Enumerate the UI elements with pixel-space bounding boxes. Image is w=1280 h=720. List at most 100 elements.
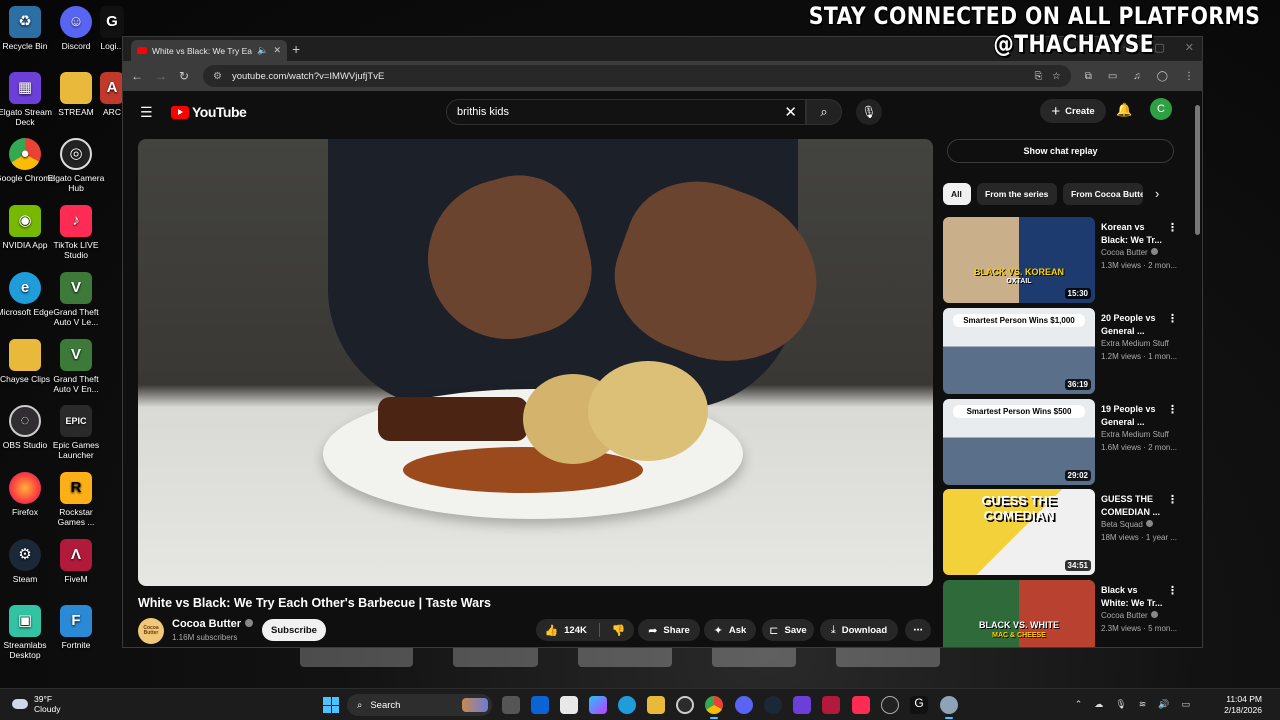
- more-actions-button[interactable]: ⋯: [905, 619, 931, 641]
- menu-icon[interactable]: ☰: [140, 104, 153, 121]
- camera-hub-icon[interactable]: [881, 696, 899, 714]
- chip-from-series[interactable]: From the series: [977, 183, 1057, 205]
- close-tab-icon[interactable]: ✕: [273, 45, 281, 56]
- sparkle-icon: ✦: [713, 624, 723, 637]
- store-icon[interactable]: [560, 696, 578, 714]
- rockstar-icon: R: [60, 472, 92, 504]
- video-thumbnail[interactable]: GUESS THE COMEDIAN 34:51: [943, 489, 1095, 575]
- ask-button[interactable]: ✦ Ask: [704, 619, 756, 641]
- clock[interactable]: 11:04 PM 2/18/2026: [1224, 694, 1262, 716]
- more-vertical-icon[interactable]: ⋮: [1167, 221, 1178, 234]
- chevron-up-icon[interactable]: ⌃: [1075, 699, 1083, 710]
- video-player[interactable]: [138, 139, 933, 586]
- more-vertical-icon[interactable]: ⋮: [1167, 584, 1178, 597]
- chip-from-channel[interactable]: From Cocoa Butter: [1063, 183, 1143, 205]
- cast-icon[interactable]: ▭: [1108, 71, 1117, 82]
- search-input[interactable]: brithis kids ✕: [446, 99, 806, 125]
- recommendation-item[interactable]: BLACK VS. KOREAN OXTAIL 15:30 Korean vs …: [943, 217, 1178, 303]
- file-explorer-icon[interactable]: [647, 696, 665, 714]
- site-info-icon[interactable]: ⚙: [213, 71, 222, 82]
- channel-avatar[interactable]: Cocoa Butter: [138, 618, 164, 644]
- clear-search-icon[interactable]: ✕: [784, 103, 797, 121]
- notifications-bell-icon[interactable]: 🔔: [1116, 102, 1132, 118]
- task-view-icon[interactable]: [502, 696, 520, 714]
- outlook-icon[interactable]: [531, 696, 549, 714]
- subscribe-button[interactable]: Subscribe: [262, 619, 326, 641]
- chevron-right-icon[interactable]: ›: [1155, 186, 1159, 201]
- url-field[interactable]: ⚙ youtube.com/watch?v=IMWVjufjTvE ⎘ ☆: [203, 65, 1071, 87]
- voice-search-button[interactable]: 🎙: [856, 99, 882, 125]
- stream-deck-icon[interactable]: [793, 696, 811, 714]
- address-bar-row: ← → ↻ ⚙ youtube.com/watch?v=IMWVjufjTvE …: [123, 61, 1202, 91]
- channel-name[interactable]: Cocoa Butter: [172, 618, 254, 630]
- recommendation-item[interactable]: BLACK VS. WHITE MAC & CHEESE Black vs Wh…: [943, 580, 1178, 647]
- settings-gear-icon[interactable]: [940, 696, 958, 719]
- chip-all[interactable]: All: [943, 183, 971, 205]
- share-button[interactable]: ➦ Share: [638, 619, 700, 641]
- desktop-icon-epic-games[interactable]: EPIC Epic Games Launcher: [46, 405, 106, 460]
- logitech-g-icon[interactable]: G: [910, 696, 928, 714]
- page-scrollbar[interactable]: [1195, 99, 1201, 641]
- desktop-icon-fivem[interactable]: Λ FiveM: [46, 539, 106, 584]
- edge-icon[interactable]: [618, 696, 636, 714]
- recommendation-item[interactable]: Smartest Person Wins $1,000 36:19 20 Peo…: [943, 308, 1178, 394]
- video-thumbnail[interactable]: BLACK VS. WHITE MAC & CHEESE: [943, 580, 1095, 647]
- start-button[interactable]: [323, 697, 339, 713]
- microphone-icon[interactable]: 🎙: [1115, 699, 1126, 710]
- youtube-logo[interactable]: YouTube: [171, 104, 247, 120]
- account-avatar[interactable]: C: [1150, 98, 1172, 120]
- desktop-icon-tiktok-live[interactable]: ♪ TikTok LIVE Studio: [46, 205, 106, 260]
- desktop-icon-rockstar[interactable]: R Rockstar Games ...: [46, 472, 106, 527]
- tiktok-icon[interactable]: [852, 696, 870, 714]
- microphone-icon: 🎙: [861, 105, 877, 119]
- obs-icon[interactable]: [676, 696, 694, 714]
- video-thumbnail[interactable]: Smartest Person Wins $1,000 36:19: [943, 308, 1095, 394]
- chrome-icon: ●: [9, 138, 41, 170]
- profile-icon[interactable]: ◯: [1157, 71, 1168, 82]
- weather-widget[interactable]: 39°F Cloudy: [12, 694, 60, 714]
- subscriber-count: 1.16M subscribers: [172, 633, 238, 642]
- fivem-icon[interactable]: [822, 696, 840, 714]
- discord-icon[interactable]: [735, 696, 753, 714]
- browser-tab-active[interactable]: White vs Black: We Try Each 🔈 ✕: [131, 40, 287, 61]
- scrollbar-thumb[interactable]: [1195, 105, 1200, 235]
- recommendation-item[interactable]: Smartest Person Wins $500 29:02 19 Peopl…: [943, 399, 1178, 485]
- more-vertical-icon[interactable]: ⋮: [1167, 312, 1178, 325]
- download-button[interactable]: ⤓ Download: [820, 619, 898, 641]
- chrome-icon[interactable]: [705, 696, 723, 719]
- channel-row: Cocoa Butter Cocoa Butter 1.16M subscrib…: [138, 616, 933, 646]
- taskbar-search[interactable]: ⌕ Search: [347, 694, 492, 716]
- more-vertical-icon[interactable]: ⋮: [1167, 493, 1178, 506]
- back-arrow-icon[interactable]: ←: [131, 69, 143, 83]
- speaker-icon[interactable]: 🔈: [257, 45, 268, 56]
- taskbar: 39°F Cloudy ⌕ Search G ⌃ ☁ 🎙 ≋ 🔊 ▭ 11:04 …: [0, 688, 1280, 720]
- desktop-icon-gta-legacy[interactable]: V Grand Theft Auto V Le...: [46, 272, 106, 327]
- new-tab-button[interactable]: +: [292, 41, 300, 57]
- video-thumbnail[interactable]: BLACK VS. KOREAN OXTAIL 15:30: [943, 217, 1095, 303]
- battery-icon[interactable]: ▭: [1181, 699, 1190, 710]
- dislike-button[interactable]: 👎: [612, 624, 626, 637]
- video-thumbnail[interactable]: Smartest Person Wins $500 29:02: [943, 399, 1095, 485]
- onedrive-icon[interactable]: ☁: [1094, 699, 1103, 710]
- steam-icon[interactable]: [764, 696, 782, 714]
- forward-arrow-icon[interactable]: →: [155, 69, 167, 83]
- recommendation-item[interactable]: GUESS THE COMEDIAN 34:51 GUESS THE COMED…: [943, 489, 1178, 575]
- reload-icon[interactable]: ↻: [179, 69, 189, 83]
- create-button[interactable]: + Create: [1040, 99, 1106, 123]
- search-button[interactable]: ⌕: [806, 99, 842, 125]
- show-chat-replay-button[interactable]: Show chat replay: [947, 139, 1174, 163]
- install-app-icon[interactable]: ⎘: [1035, 71, 1043, 82]
- desktop-icon-camera-hub[interactable]: ◎ Elgato Camera Hub: [46, 138, 106, 193]
- like-button[interactable]: 👍 124K: [544, 624, 586, 637]
- extensions-icon[interactable]: ⧉: [1085, 71, 1092, 82]
- more-vertical-icon[interactable]: ⋮: [1167, 403, 1178, 416]
- bookmark-star-icon[interactable]: ☆: [1052, 71, 1061, 82]
- save-button[interactable]: ⊏ Save: [762, 619, 814, 641]
- browser-menu-icon[interactable]: ⋮: [1184, 71, 1194, 82]
- volume-icon[interactable]: 🔊: [1158, 699, 1169, 710]
- wifi-icon[interactable]: ≋: [1139, 699, 1147, 710]
- desktop-icon-gta-enhanced[interactable]: V Grand Theft Auto V En...: [46, 339, 106, 394]
- media-control-icon[interactable]: ♫: [1133, 71, 1141, 82]
- desktop-icon-fortnite[interactable]: F Fortnite: [46, 605, 106, 650]
- copilot-icon[interactable]: [589, 696, 607, 714]
